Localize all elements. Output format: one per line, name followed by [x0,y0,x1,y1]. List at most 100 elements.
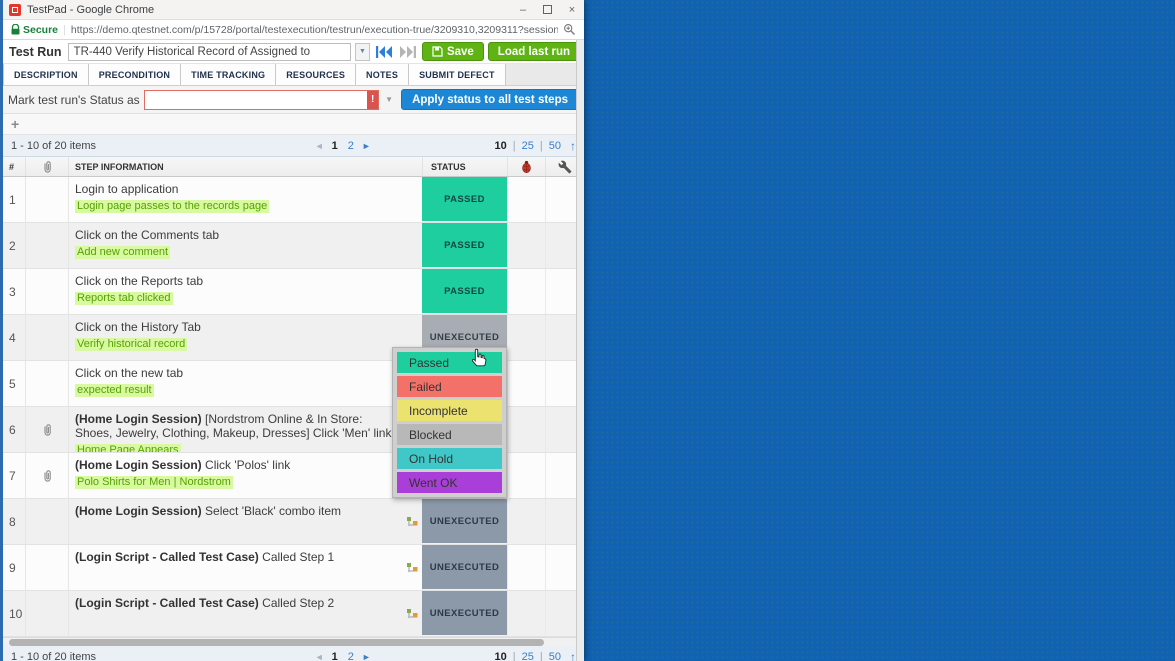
attachment-icon[interactable] [25,407,68,452]
attachment-cell [25,315,68,360]
status-chip[interactable]: UNEXECUTED [422,545,507,590]
page-link-1[interactable]: 1 [332,651,338,661]
tab-submit-defect[interactable]: SUBMIT DEFECT [409,64,506,85]
add-icon[interactable]: + [11,117,19,131]
horizontal-scrollbar-thumb[interactable] [9,639,544,646]
status-chip[interactable]: PASSED [422,223,507,268]
called-test-case-icon[interactable] [406,607,419,625]
step-description: (Home Login Session) Click 'Polos' link [75,458,402,472]
called-test-case-icon[interactable] [406,561,419,579]
status-chip[interactable]: UNEXECUTED [422,499,507,544]
close-button[interactable]: × [566,4,578,16]
defect-cell[interactable] [507,361,545,406]
step-cell[interactable]: Login to application Login page passes to… [68,177,422,222]
apply-status-button[interactable]: Apply status to all test steps [401,89,579,110]
called-test-case-icon[interactable] [406,515,419,533]
url-text[interactable]: https://demo.qtestnet.com/p/15728/portal… [71,24,558,36]
step-cell[interactable]: Click on the Reports tab Reports tab clic… [68,269,422,314]
save-button[interactable]: Save [421,42,484,61]
prev-page-icon-bottom[interactable]: ◄ [315,652,324,661]
defect-cell[interactable] [507,545,545,590]
add-step-row: + [3,114,584,135]
step-session-prefix: (Login Script - Called Test Case) [75,596,259,610]
vertical-scrollbar[interactable] [576,40,584,661]
status-dropdown-caret[interactable]: ▼ [383,95,395,104]
step-cell[interactable]: Click on the History Tab Verify historica… [68,315,422,360]
next-page-icon-bottom[interactable]: ► [362,652,371,661]
url-separator: | [63,23,66,36]
status-option-failed[interactable]: Failed [397,376,502,397]
attachment-cell [25,591,68,636]
testrun-dropdown-button[interactable]: ▼ [354,42,370,61]
wrench-icon[interactable] [558,160,572,174]
page-size-10[interactable]: 10 [495,140,507,152]
header-attachment [25,157,68,176]
defect-cell[interactable] [507,223,545,268]
step-cell[interactable]: (Home Login Session) Click 'Polos' link P… [68,453,422,498]
defect-cell[interactable] [507,407,545,452]
step-cell[interactable]: (Login Script - Called Test Case) Called… [68,591,422,636]
step-action-text: Select 'Black' combo item [205,504,341,518]
step-cell[interactable]: (Home Login Session) [Nordstrom Online &… [68,407,422,452]
defect-cell[interactable] [507,499,545,544]
step-cell[interactable]: (Home Login Session) Select 'Black' comb… [68,499,422,544]
tab-resources[interactable]: RESOURCES [276,64,357,85]
maximize-button[interactable] [543,5,552,14]
step-number: 7 [9,468,16,483]
zoom-page-icon[interactable] [563,23,576,36]
tab-notes[interactable]: NOTES [356,64,410,85]
minimize-button[interactable]: – [517,4,529,16]
page-size-50[interactable]: 50 [549,140,561,152]
status-option-blocked[interactable]: Blocked [397,424,502,445]
step-cell[interactable]: (Login Script - Called Test Case) Called… [68,545,422,590]
testrun-input[interactable] [67,42,351,61]
tab-time-tracking[interactable]: TIME TRACKING [181,64,277,85]
status-option-passed[interactable]: Passed [397,352,502,373]
horizontal-scrollbar[interactable] [3,637,584,646]
next-page-icon[interactable]: ► [362,141,371,151]
status-cell: PASSED [422,223,507,268]
status-chip[interactable]: PASSED [422,177,507,222]
defect-cell[interactable] [507,315,545,360]
status-chip[interactable]: PASSED [422,269,507,314]
status-option-went-ok[interactable]: Went OK [397,472,502,493]
step-session-prefix: (Home Login Session) [75,504,202,518]
save-disk-icon [432,46,443,57]
page-link-1[interactable]: 1 [332,140,338,152]
step-action-text: Click 'Polos' link [205,458,291,472]
step-cell[interactable]: Click on the new tab expected result [68,361,422,406]
page-size-50[interactable]: 50 [549,651,561,661]
expected-result: Home Page Appears [75,444,181,452]
address-bar[interactable]: Secure | https://demo.qtestnet.com/p/157… [3,20,584,40]
page-link-2[interactable]: 2 [348,651,354,661]
step-description: (Home Login Session) [Nordstrom Online &… [75,412,402,440]
page-size-10[interactable]: 10 [495,651,507,661]
status-chip[interactable]: UNEXECUTED [422,591,507,636]
step-cell[interactable]: Click on the Comments tab Add new comment [68,223,422,268]
secure-indicator[interactable]: Secure [11,24,58,36]
load-last-run-button[interactable]: Load last run [487,42,580,61]
defect-cell[interactable] [507,269,545,314]
page-size-25[interactable]: 25 [522,651,534,661]
step-description: Login to application [75,182,402,196]
page-size-25[interactable]: 25 [522,140,534,152]
attachment-icon[interactable] [25,453,68,498]
table-row: 9 (Login Script - Called Test Case) Calle… [3,545,584,591]
defect-cell[interactable] [507,177,545,222]
defect-cell[interactable] [507,591,545,636]
status-option-on-hold[interactable]: On Hold [397,448,502,469]
prev-page-icon[interactable]: ◄ [315,141,324,151]
step-description: Click on the Comments tab [75,228,402,242]
status-input[interactable] [144,90,368,109]
step-number: 5 [9,376,16,391]
tab-description[interactable]: DESCRIPTION [3,64,89,85]
next-run-icon[interactable] [398,44,418,60]
page-link-2[interactable]: 2 [348,140,354,152]
page-sizes: 10 | 25 | 50 [495,651,561,661]
header-step-information: STEP INFORMATION [68,157,422,176]
tab-precondition[interactable]: PRECONDITION [88,64,182,85]
status-option-incomplete[interactable]: Incomplete [397,400,502,421]
step-description: Click on the History Tab [75,320,402,334]
previous-run-icon[interactable] [374,44,394,60]
defect-cell[interactable] [507,453,545,498]
